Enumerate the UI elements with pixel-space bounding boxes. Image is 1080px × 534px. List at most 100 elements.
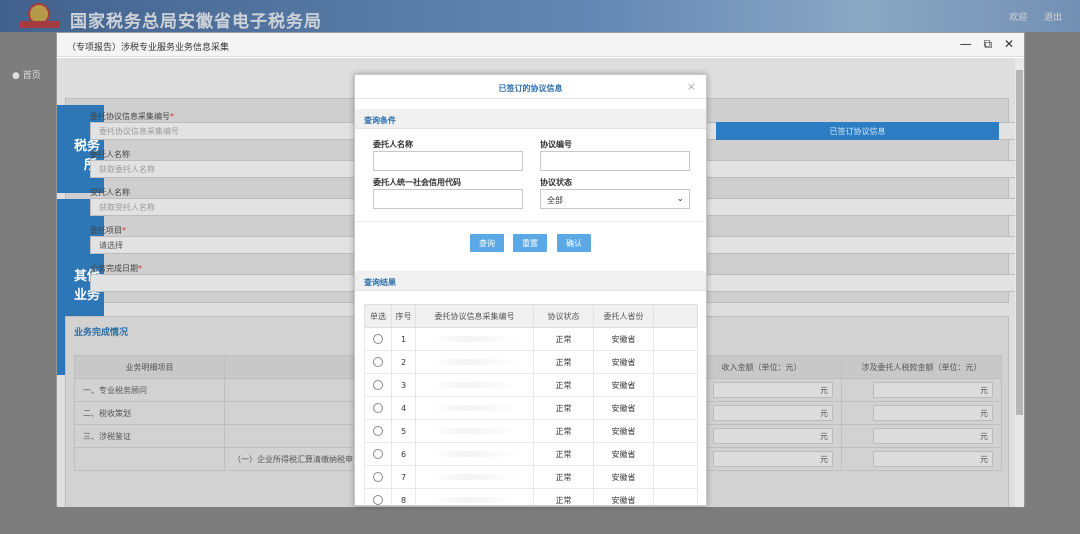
tax-input[interactable]: 元: [873, 428, 993, 444]
row-radio[interactable]: [373, 357, 383, 367]
row-radio[interactable]: [373, 334, 383, 344]
row-agreement-id: [415, 396, 534, 420]
section-title: 业务完成情况: [74, 328, 129, 338]
row-province: 安徽省: [593, 442, 654, 466]
row-radio[interactable]: [373, 472, 383, 482]
query-button[interactable]: 查询: [470, 234, 504, 252]
credit-code-input[interactable]: [373, 189, 523, 209]
row-status: 正常: [533, 465, 594, 489]
window-controls: — ⧉ ✕: [952, 37, 1014, 52]
row-province: 安徽省: [593, 488, 654, 505]
row-status: 正常: [533, 419, 594, 443]
dialog-title: 已签订的协议信息 ×: [355, 75, 706, 99]
table-row[interactable]: 5 正常 安徽省: [364, 419, 698, 443]
query-area: 委托人名称 协议编号 委托人统一社会信用代码 协议状态 全部 ⌄ 查询 重置 确…: [355, 129, 706, 271]
income-input[interactable]: 元: [713, 382, 833, 398]
breadcrumb: ● 首页: [12, 68, 41, 81]
maximize-icon[interactable]: ⧉: [984, 37, 993, 51]
col-header-no: 序号: [391, 304, 416, 328]
income-input[interactable]: 元: [713, 428, 833, 444]
col-header-agreement-id: 委托协议信息采集编号: [415, 304, 534, 328]
window-title: （专项报告）涉税专业服务业务信息采集: [67, 43, 230, 53]
minimize-icon[interactable]: —: [960, 37, 972, 51]
signed-agreement-button[interactable]: 已签订协议信息: [716, 122, 999, 140]
row-no: 3: [391, 373, 416, 397]
query-section-header: 查询条件: [355, 109, 706, 129]
row-radio[interactable]: [373, 449, 383, 459]
row-no: 1: [391, 327, 416, 351]
table-row[interactable]: 6 正常 安徽省: [364, 442, 698, 466]
window-titlebar: （专项报告）涉税专业服务业务信息采集 — ⧉ ✕: [57, 33, 1024, 57]
tax-emblem-icon: [20, 3, 60, 29]
window-scrollbar[interactable]: [1015, 58, 1024, 507]
table-row[interactable]: 8 正常 安徽省: [364, 488, 698, 505]
field-label-complete-date: 业务完成日期*: [90, 264, 142, 273]
row-province: 安徽省: [593, 373, 654, 397]
row-radio[interactable]: [373, 403, 383, 413]
row-radio[interactable]: [373, 426, 383, 436]
row-status: 正常: [533, 373, 594, 397]
row-status: 正常: [533, 442, 594, 466]
col-header-province: 委托人省份: [593, 304, 654, 328]
row-province: 安徽省: [593, 350, 654, 374]
field-label-client-name: 委托人名称: [90, 150, 130, 159]
welcome-text: 欢迎: [1009, 13, 1028, 23]
row-province: 安徽省: [593, 327, 654, 351]
dialog-close-icon[interactable]: ×: [687, 80, 696, 93]
breadcrumb-home[interactable]: 首页: [23, 71, 41, 81]
row-no: 4: [391, 396, 416, 420]
row-province: 安徽省: [593, 396, 654, 420]
agreement-status-label: 协议状态: [540, 178, 572, 187]
location-pin-icon: ●: [12, 71, 20, 81]
close-icon[interactable]: ✕: [1004, 37, 1014, 51]
table-row[interactable]: 3 正常 安徽省: [364, 373, 698, 397]
field-label-agreement-id: 委托协议信息采集编号*: [90, 112, 174, 121]
income-input[interactable]: 元: [713, 451, 833, 467]
field-label-project: 委托项目*: [90, 226, 126, 235]
agreement-no-input[interactable]: [540, 151, 690, 171]
signed-agreements-dialog: 已签订的协议信息 × 查询条件 委托人名称 协议编号 委托人统一社会信用代码 协…: [354, 74, 707, 506]
col-header: 涉及委托人税款金额（单位：元）: [841, 355, 1002, 379]
client-name-input[interactable]: [373, 151, 523, 171]
tax-input[interactable]: 元: [873, 382, 993, 398]
row-radio[interactable]: [373, 380, 383, 390]
table-row[interactable]: 2 正常 安徽省: [364, 350, 698, 374]
row-no: 6: [391, 442, 416, 466]
credit-code-label: 委托人统一社会信用代码: [373, 178, 461, 187]
row-radio[interactable]: [373, 495, 383, 505]
row-agreement-id: [415, 327, 534, 351]
agreement-no-label: 协议编号: [540, 140, 572, 149]
agreement-status-select[interactable]: 全部 ⌄: [540, 189, 690, 209]
header-user-area: 欢迎 退出: [995, 10, 1062, 23]
row-status: 正常: [533, 327, 594, 351]
client-name-label: 委托人名称: [373, 140, 413, 149]
confirm-button[interactable]: 确认: [557, 234, 591, 252]
logout-link[interactable]: 退出: [1044, 13, 1062, 23]
col-header-select: 单选: [364, 304, 392, 328]
row-agreement-id: [415, 488, 534, 505]
row-agreement-id: [415, 442, 534, 466]
row-agreement-id: [415, 465, 534, 489]
row-no: 2: [391, 350, 416, 374]
site-header: 国家税务总局安徽省电子税务局 欢迎 退出: [0, 0, 1080, 32]
row-no: 7: [391, 465, 416, 489]
result-section-header: 查询结果: [355, 271, 706, 291]
row-no: 8: [391, 488, 416, 505]
row-province: 安徽省: [593, 465, 654, 489]
reset-button[interactable]: 重置: [513, 234, 547, 252]
row-status: 正常: [533, 396, 594, 420]
table-row[interactable]: 7 正常 安徽省: [364, 465, 698, 489]
row-no: 5: [391, 419, 416, 443]
row-agreement-id: [415, 373, 534, 397]
row-status: 正常: [533, 350, 594, 374]
tax-input[interactable]: 元: [873, 405, 993, 421]
tax-input[interactable]: 元: [873, 451, 993, 467]
table-row[interactable]: 1 正常 安徽省: [364, 327, 698, 351]
row-agreement-id: [415, 350, 534, 374]
table-row[interactable]: 4 正常 安徽省: [364, 396, 698, 420]
field-label-trustee-name: 受托人名称: [90, 188, 130, 197]
row-agreement-id: [415, 419, 534, 443]
result-table: 单选 序号 委托协议信息采集编号 协议状态 委托人省份 1 正常 安徽省 2 正常 安徽省…: [364, 304, 698, 505]
chevron-down-icon: ⌄: [676, 194, 684, 204]
income-input[interactable]: 元: [713, 405, 833, 421]
